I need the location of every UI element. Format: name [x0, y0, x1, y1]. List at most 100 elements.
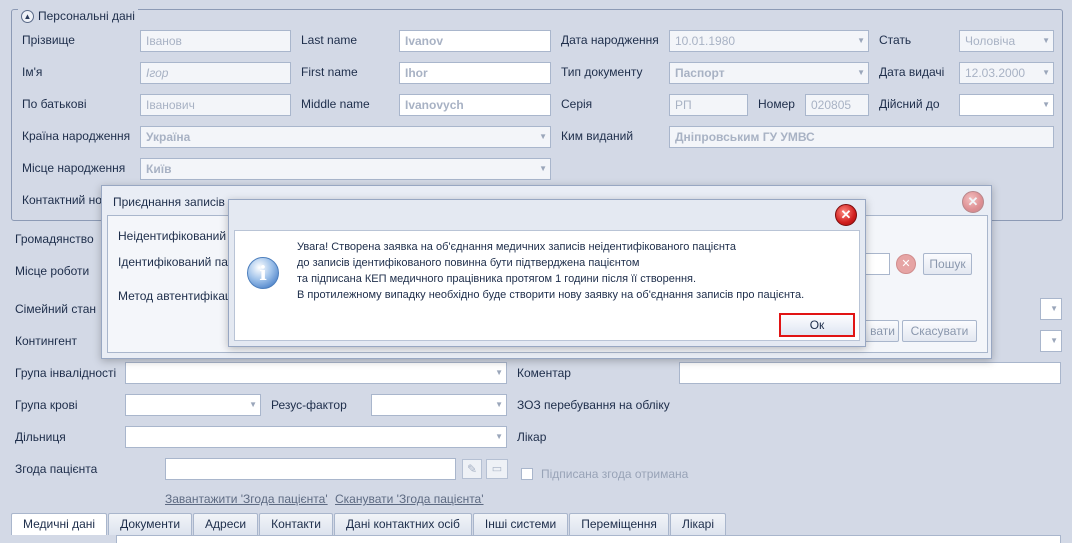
chevron-down-icon[interactable]: ▼ — [1042, 63, 1050, 83]
birth-place-label: Місце народження — [22, 161, 126, 175]
chevron-down-icon[interactable]: ▼ — [495, 363, 503, 383]
middlename-label: Middle name — [301, 97, 370, 111]
consent-field[interactable] — [165, 458, 456, 480]
firstname-label: First name — [301, 65, 358, 79]
close-icon[interactable]: ✕ — [962, 191, 984, 213]
chevron-down-icon[interactable]: ▼ — [1042, 31, 1050, 51]
workplace-label: Місце роботи — [15, 264, 90, 278]
lastname-label: Last name — [301, 33, 358, 47]
citizenship-label: Громадянство — [15, 232, 94, 246]
doctor-label: Лікар — [517, 430, 547, 444]
chevron-down-icon[interactable]: ▼ — [857, 31, 865, 51]
disability-select[interactable]: ▼ — [125, 362, 507, 384]
personal-data-legend[interactable]: ▲ Персональні дані — [18, 9, 138, 23]
tab-bar: Медичні дані Документи Адреси Контакти Д… — [11, 513, 727, 535]
tab-other-systems[interactable]: Інші системи — [472, 513, 569, 535]
issued-by-field[interactable]: Дніпровським ГУ УМВС — [669, 126, 1054, 148]
personal-data-title: Персональні дані — [38, 9, 135, 23]
birth-place-select[interactable]: Київ ▼ — [140, 158, 551, 180]
firstname-field[interactable]: Ihor — [399, 62, 551, 84]
tab-doctors[interactable]: Лікарі — [669, 513, 727, 535]
doctype-value: Паспорт — [675, 66, 725, 80]
signed-consent-label: Підписана згода отримана — [541, 467, 689, 481]
identified-search-field[interactable] — [865, 253, 890, 275]
confirm-button[interactable]: вати — [863, 320, 899, 342]
blood-select[interactable]: ▼ — [125, 394, 261, 416]
patronymic-field[interactable]: Іванович — [140, 94, 291, 116]
patronymic-label: По батькові — [22, 97, 87, 111]
birth-country-value: Україна — [146, 130, 191, 144]
message-line: В протилежному випадку необхідно буде ст… — [297, 289, 805, 301]
chevron-up-icon[interactable]: ▲ — [21, 9, 34, 23]
surname-field[interactable]: Іванов — [140, 30, 291, 52]
contingent-label: Контингент — [15, 334, 78, 348]
search-button[interactable]: Пошук — [923, 253, 972, 275]
series-label: Серія — [561, 97, 593, 111]
doctype-select[interactable]: Паспорт ▼ — [669, 62, 869, 84]
contingent-right-field[interactable]: ▼ — [1040, 330, 1062, 352]
comment-field[interactable] — [679, 362, 1061, 384]
series-field[interactable]: РП — [669, 94, 748, 116]
contact-label: Контактний но — [22, 193, 102, 207]
sex-select[interactable]: Чоловіча ▼ — [959, 30, 1054, 52]
marital-right-field[interactable]: ▼ — [1040, 298, 1062, 320]
info-icon: i — [247, 257, 279, 289]
chevron-down-icon[interactable]: ▼ — [249, 395, 257, 415]
upload-consent-link[interactable]: Завантажити 'Згода пацієнта' — [165, 492, 328, 506]
message-line: до записів ідентифікованого повинна бути… — [297, 257, 640, 269]
signed-consent-checkbox[interactable] — [521, 468, 533, 480]
chevron-down-icon[interactable]: ▼ — [495, 427, 503, 447]
zoz-label: ЗОЗ перебування на обліку — [517, 398, 670, 412]
chevron-down-icon[interactable]: ▼ — [539, 159, 547, 179]
name-field[interactable]: Ігор — [140, 62, 291, 84]
chevron-down-icon[interactable]: ▼ — [539, 127, 547, 147]
valid-until-label: Дійсний до — [879, 97, 940, 111]
number-label: Номер — [758, 97, 795, 111]
chevron-down-icon[interactable]: ▼ — [1050, 299, 1058, 319]
consent-label: Згода пацієнта — [15, 462, 98, 476]
dob-field[interactable]: 10.01.1980 ▼ — [669, 30, 869, 52]
chevron-down-icon[interactable]: ▼ — [1042, 95, 1050, 115]
dob-label: Дата народження — [561, 33, 659, 47]
issue-date-field[interactable]: 12.03.2000 ▼ — [959, 62, 1054, 84]
birth-country-select[interactable]: Україна ▼ — [140, 126, 551, 148]
close-icon[interactable]: ✕ — [835, 204, 857, 226]
birth-country-label: Країна народження — [22, 129, 131, 143]
identified-label: Ідентифікований па — [118, 255, 228, 269]
warning-message-box: ✕ i Увага! Створена заявка на об'єднання… — [228, 199, 866, 347]
auth-method-label: Метод автентифікаці — [118, 289, 235, 303]
message-line: та підписана КЕП медичного працівника пр… — [297, 273, 697, 285]
clear-icon[interactable]: ✕ — [896, 254, 916, 274]
district-select[interactable]: ▼ — [125, 426, 507, 448]
number-field[interactable]: 020805 — [805, 94, 869, 116]
surname-label: Прізвище — [22, 33, 75, 47]
tab-medical-data[interactable]: Медичні дані — [11, 513, 108, 535]
rh-label: Резус-фактор — [271, 398, 347, 412]
marital-label: Сімейний стан — [15, 302, 96, 316]
merge-dialog-title: Приєднання записів н — [113, 195, 235, 209]
tab-movements[interactable]: Переміщення — [569, 513, 669, 535]
tab-addresses[interactable]: Адреси — [193, 513, 259, 535]
blood-label: Група крові — [15, 398, 78, 412]
tab-contacts[interactable]: Контакти — [259, 513, 334, 535]
scan-consent-link[interactable]: Сканувати 'Згода пацієнта' — [335, 492, 484, 506]
chevron-down-icon[interactable]: ▼ — [1050, 331, 1058, 351]
tab-contact-persons[interactable]: Дані контактних осіб — [334, 513, 472, 535]
ok-button[interactable]: Ок — [779, 313, 855, 337]
sex-label: Стать — [879, 33, 912, 47]
chevron-down-icon[interactable]: ▼ — [857, 63, 865, 83]
unidentified-label: Неідентифікований — [118, 229, 227, 243]
attach-icon[interactable]: ✎ — [462, 459, 482, 479]
name-label: Ім'я — [22, 65, 43, 79]
cancel-button[interactable]: Скасувати — [902, 320, 977, 342]
scanner-icon[interactable]: ▭ — [486, 459, 508, 479]
lastname-field[interactable]: Ivanov — [399, 30, 551, 52]
issued-by-label: Ким виданий — [561, 129, 634, 143]
rh-select[interactable]: ▼ — [371, 394, 507, 416]
middlename-field[interactable]: Ivanovych — [399, 94, 551, 116]
tab-content-panel — [116, 535, 1061, 543]
chevron-down-icon[interactable]: ▼ — [495, 395, 503, 415]
district-label: Дільниця — [15, 430, 66, 444]
valid-until-field[interactable]: ▼ — [959, 94, 1054, 116]
tab-documents[interactable]: Документи — [108, 513, 193, 535]
